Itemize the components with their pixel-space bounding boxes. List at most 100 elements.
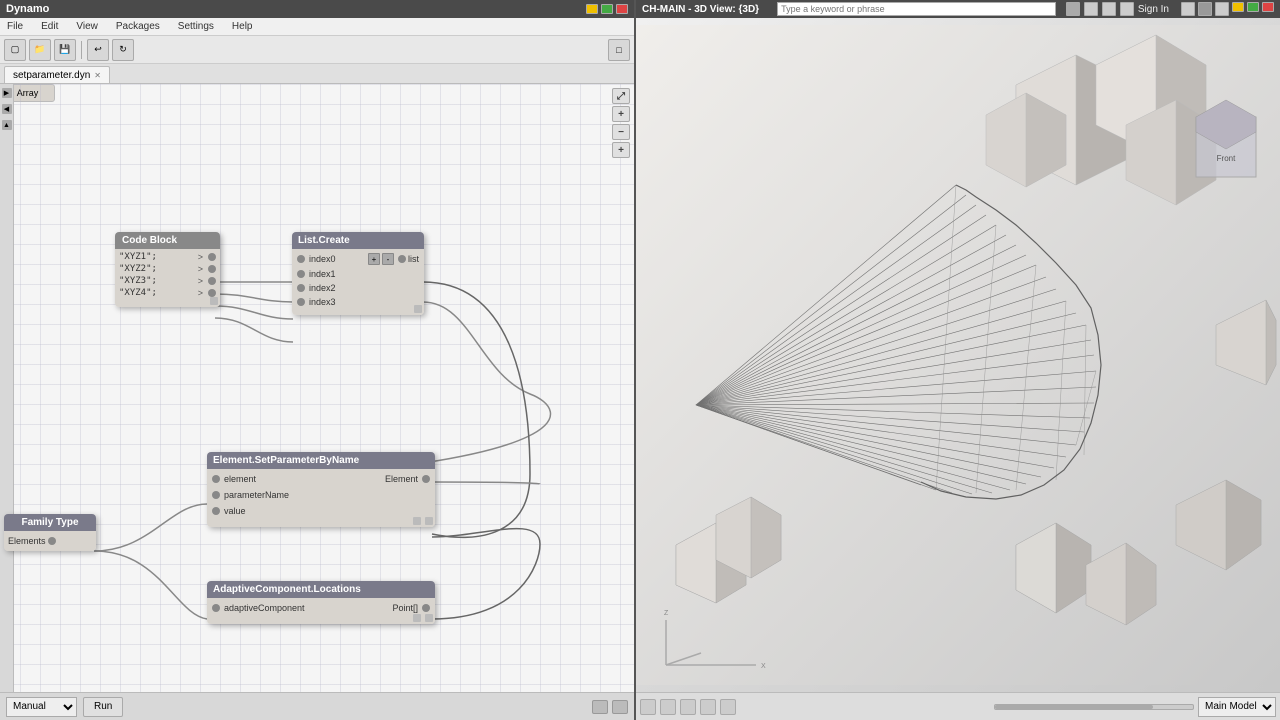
revit-3d-scene: Front X Z (636, 18, 1280, 692)
revit-bottom-icon-1[interactable] (640, 699, 656, 715)
input-port-index1 (297, 270, 305, 278)
revit-help-icon[interactable] (1215, 2, 1229, 16)
dynamo-canvas[interactable]: ▶ ◀ ▲ ⤢ + − + (0, 84, 634, 692)
dynamo-toolbar: ▢ 📁 💾 ↩ ↻ □ (0, 36, 634, 64)
sidebar-icon-3[interactable]: ▲ (2, 120, 12, 130)
input-port-element (212, 475, 220, 483)
revit-viewport[interactable]: Front X Z (636, 18, 1280, 692)
toolbar-save[interactable]: 💾 (54, 39, 76, 61)
status-icon-1[interactable] (592, 700, 608, 714)
output-port-0 (208, 253, 216, 261)
input-port-index0 (297, 255, 305, 263)
revit-close-button[interactable] (1262, 2, 1274, 12)
list-row-0: index0 + - list (292, 251, 424, 267)
toolbar-fullscreen[interactable]: □ (608, 39, 630, 61)
code-text-2: "XYZ3"; (119, 276, 157, 286)
zoom-in-button[interactable]: + (612, 106, 630, 122)
list-add-button[interactable]: + (368, 253, 380, 265)
code-block-node: Code Block "XYZ1"; > "XYZ2"; (115, 232, 220, 307)
tab-label: setparameter.dyn (13, 70, 90, 81)
sidebar-icon-1[interactable]: ▶ (2, 88, 12, 98)
run-button[interactable]: Run (83, 697, 123, 717)
progress-fill (995, 705, 1153, 709)
list-create-node: List.Create index0 + - (292, 232, 424, 315)
revit-title: CH-MAIN - 3D View: {3D} (642, 4, 759, 15)
list-row-3: index3 (292, 295, 424, 309)
dynamo-menu: File Edit View Packages Settings Help (0, 18, 634, 36)
dynamo-close-button[interactable] (616, 4, 628, 14)
revit-search-input[interactable] (777, 2, 1056, 16)
revit-bell-icon[interactable] (1120, 2, 1134, 16)
zoom-controls: ⤢ + − + (612, 88, 630, 158)
output-port-list (398, 255, 406, 263)
adaptive-corner2 (425, 614, 433, 622)
status-icon-2[interactable] (612, 700, 628, 714)
family-type-header: Family Type (4, 514, 96, 531)
zoom-reset-button[interactable]: + (612, 142, 630, 158)
tab-setparameter[interactable]: setparameter.dyn ✕ (4, 66, 110, 83)
code-row-3: "XYZ4"; > (117, 287, 218, 299)
code-row-2: "XYZ3"; > (117, 275, 218, 287)
revit-bottom: Main Model (636, 692, 1280, 720)
output-port-element (422, 475, 430, 483)
revit-bottom-icon-5[interactable] (720, 699, 736, 715)
menu-packages[interactable]: Packages (113, 20, 163, 33)
revit-titlebar: CH-MAIN - 3D View: {3D} Sign In (636, 0, 1280, 18)
run-mode-select[interactable]: Manual Automatic (6, 697, 77, 717)
adaptive-row: adaptiveComponent Point[] (207, 600, 435, 616)
zoom-fit-button[interactable]: ⤢ (612, 88, 630, 104)
input-port-value (212, 507, 220, 515)
toolbar-refresh[interactable]: ↻ (112, 39, 134, 61)
tab-close-button[interactable]: ✕ (94, 71, 101, 80)
menu-edit[interactable]: Edit (38, 20, 61, 33)
revit-tool-1[interactable] (1181, 2, 1195, 16)
dynamo-title-controls (586, 4, 628, 14)
set-param-corner2 (425, 517, 433, 525)
menu-help[interactable]: Help (229, 20, 256, 33)
revit-minimize-button[interactable] (1232, 2, 1244, 12)
zoom-out-button[interactable]: − (612, 124, 630, 140)
revit-view-select[interactable]: Main Model (1198, 697, 1276, 717)
dynamo-minimize-button[interactable] (586, 4, 598, 14)
menu-file[interactable]: File (4, 20, 26, 33)
family-elements-row: Elements (8, 534, 92, 548)
adaptive-output-label: Point[] (392, 603, 418, 613)
list-output-label: list (408, 254, 419, 264)
revit-bottom-icon-2[interactable] (660, 699, 676, 715)
list-row-1: index1 (292, 267, 424, 281)
dynamo-maximize-button[interactable] (601, 4, 613, 14)
set-param-body: element Element parameterName (207, 469, 435, 527)
set-param-header: Element.SetParameterByName (207, 452, 435, 469)
svg-text:Front: Front (1217, 154, 1236, 163)
list-remove-button[interactable]: - (382, 253, 394, 265)
revit-star-icon[interactable] (1102, 2, 1116, 16)
revit-options-icon[interactable] (1084, 2, 1098, 16)
code-block-body: "XYZ1"; > "XYZ2"; > (115, 249, 220, 307)
revit-signin-button[interactable]: Sign In (1138, 4, 1169, 15)
revit-bottom-icon-3[interactable] (680, 699, 696, 715)
element-output: Element (385, 474, 418, 484)
index0-label: index0 (309, 254, 336, 264)
sidebar-icon-2[interactable]: ◀ (2, 104, 12, 114)
toolbar-open[interactable]: 📁 (29, 39, 51, 61)
code-arrow-0: > (198, 252, 203, 262)
revit-bottom-icon-4[interactable] (700, 699, 716, 715)
progress-bar (994, 704, 1194, 710)
toolbar-separator (81, 41, 82, 59)
revit-maximize-button[interactable] (1247, 2, 1259, 12)
revit-search-icon[interactable] (1066, 2, 1080, 16)
index3-label: index3 (309, 297, 336, 307)
menu-view[interactable]: View (73, 20, 101, 33)
set-param-corner (413, 517, 421, 525)
family-type-node: Family Type Elements (4, 514, 96, 551)
toolbar-undo[interactable]: ↩ (87, 39, 109, 61)
toolbar-new[interactable]: ▢ (4, 39, 26, 61)
menu-settings[interactable]: Settings (175, 20, 217, 33)
app-container: Dynamo File Edit View Packages Settings … (0, 0, 1280, 720)
index2-label: index2 (309, 283, 336, 293)
output-port-adaptive (422, 604, 430, 612)
list-create-corner (414, 305, 422, 313)
revit-tool-2[interactable] (1198, 2, 1212, 16)
revit-panel: CH-MAIN - 3D View: {3D} Sign In (636, 0, 1280, 720)
revit-title-btns (1181, 2, 1274, 16)
